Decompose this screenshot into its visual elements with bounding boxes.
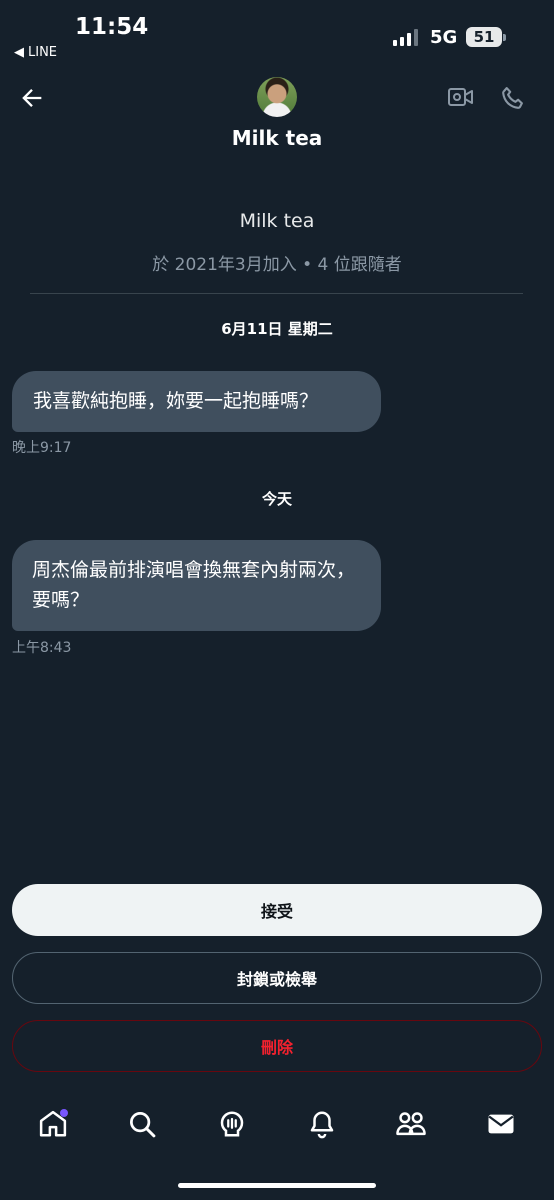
spaces-icon <box>220 1111 244 1137</box>
phone-call-icon[interactable] <box>499 84 527 112</box>
network-label: 5G <box>430 27 458 48</box>
home-indicator <box>178 1183 376 1188</box>
date-separator: 6月11日 星期二 <box>221 320 333 338</box>
status-time: 11:54 <box>75 14 149 40</box>
bell-icon <box>310 1111 334 1139</box>
message-time: 晚上9:17 <box>12 440 72 456</box>
nav-communities[interactable] <box>389 1102 433 1146</box>
video-call-icon[interactable] <box>447 85 475 109</box>
date-separator: 今天 <box>261 490 292 508</box>
avatar[interactable] <box>257 77 297 117</box>
message-bubble[interactable]: 周杰倫最前排演唱會換無套內射兩次，要嗎？ <box>12 540 381 631</box>
conversation-title: Milk tea <box>231 126 323 150</box>
nav-spaces[interactable] <box>210 1102 254 1146</box>
bottom-nav <box>0 1096 554 1152</box>
back-to-app-link[interactable]: ◀ LINE <box>14 45 57 60</box>
notification-dot <box>59 1109 68 1117</box>
message-time: 上午8:43 <box>12 640 72 656</box>
battery-icon: 51 <box>466 27 502 47</box>
divider <box>30 293 523 294</box>
battery-level: 51 <box>473 28 495 46</box>
profile-name: Milk tea <box>239 210 315 232</box>
profile-meta: 於 2021年3月加入 • 4 位跟隨者 <box>152 255 402 275</box>
nav-search[interactable] <box>120 1102 164 1146</box>
delete-button[interactable]: 刪除 <box>12 1020 542 1072</box>
nav-messages[interactable] <box>479 1102 523 1146</box>
triangle-left-icon: ◀ <box>14 45 24 60</box>
mail-icon <box>488 1114 514 1134</box>
back-app-label: LINE <box>28 45 58 60</box>
signal-icon <box>393 28 418 46</box>
nav-home[interactable] <box>31 1102 75 1146</box>
block-or-report-button[interactable]: 封鎖或檢舉 <box>12 952 542 1004</box>
communities-icon <box>396 1112 427 1136</box>
accept-button[interactable]: 接受 <box>12 884 542 936</box>
message-bubble[interactable]: 我喜歡純抱睡，妳要一起抱睡嗎？ <box>12 371 381 432</box>
nav-notifications[interactable] <box>300 1102 344 1146</box>
back-arrow-icon[interactable] <box>18 84 46 112</box>
search-icon <box>130 1112 156 1138</box>
battery-tip <box>503 34 506 41</box>
